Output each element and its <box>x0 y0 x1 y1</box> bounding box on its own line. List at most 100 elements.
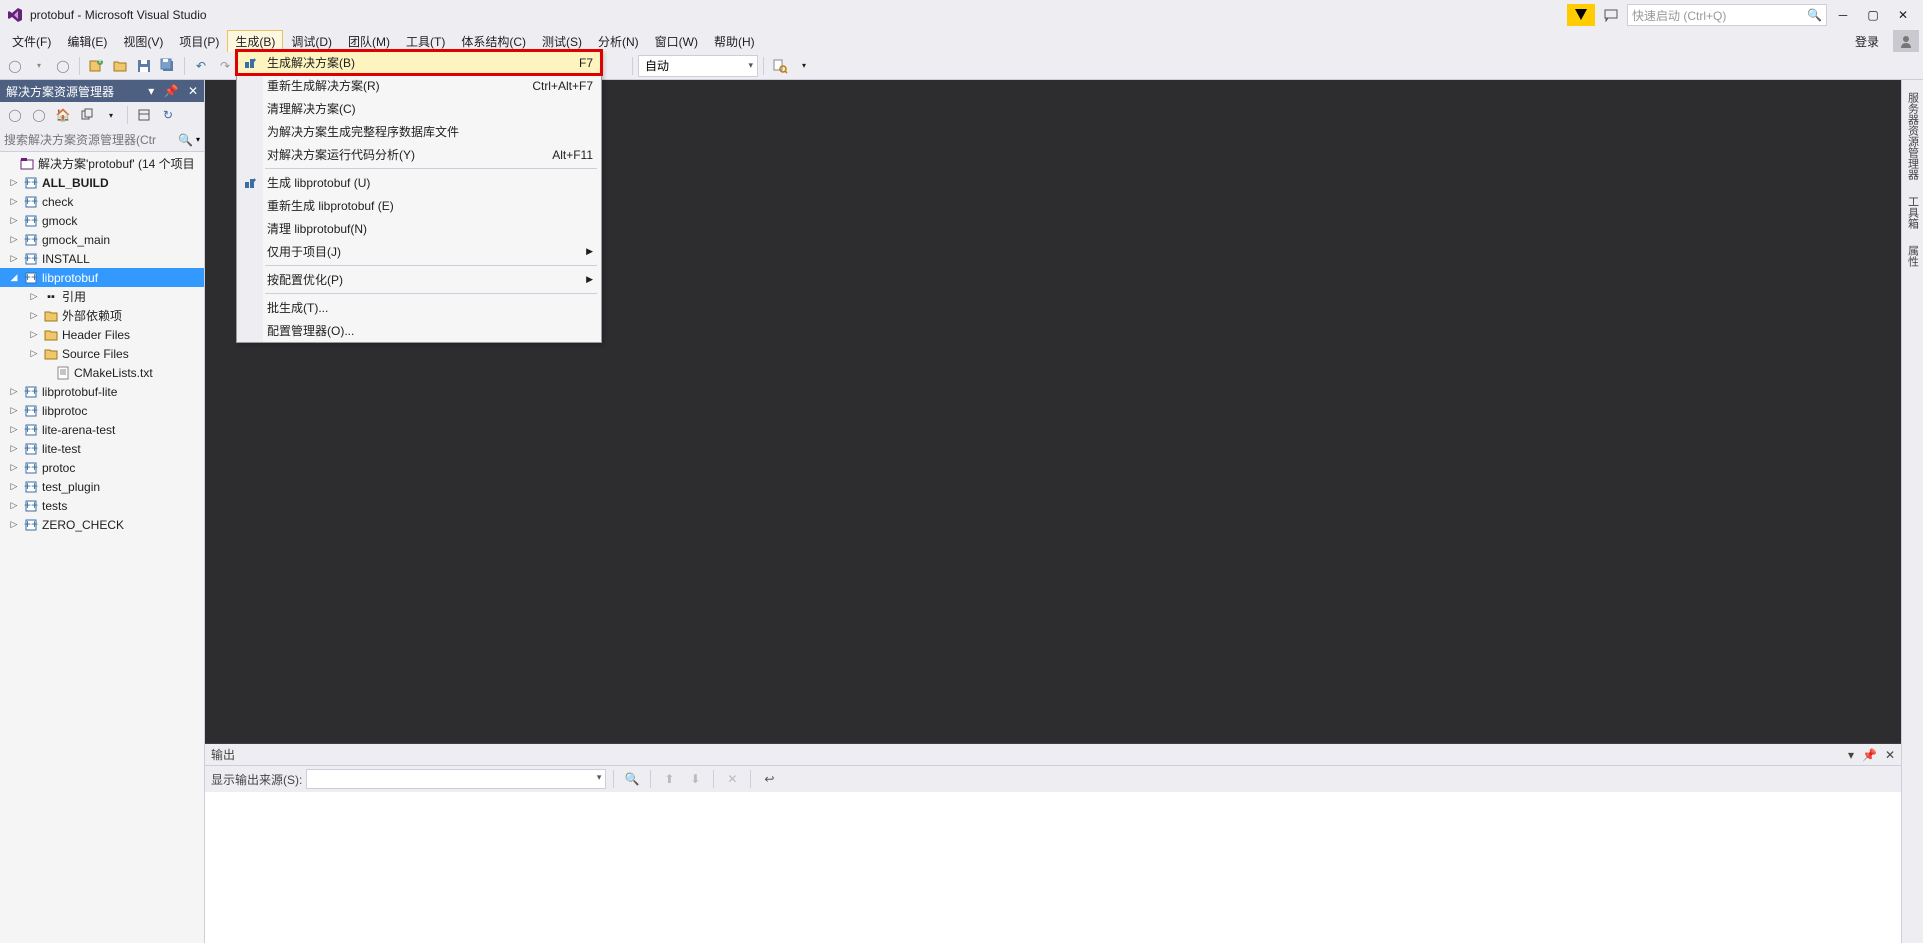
find-in-files-icon[interactable] <box>769 55 791 77</box>
menu-rebuild-project[interactable]: 重新生成 libprotobuf (E) <box>237 194 601 217</box>
tree-label: tests <box>42 499 67 513</box>
tree-project[interactable]: ▷++lite-test <box>0 439 204 458</box>
svg-text:++: ++ <box>24 442 38 455</box>
panel-close-icon[interactable]: ✕ <box>188 84 198 98</box>
tree-solution-node[interactable]: 解决方案'protobuf' (14 个项目 <box>0 154 204 173</box>
tree-project[interactable]: ▷++libprotoc <box>0 401 204 420</box>
tree-project[interactable]: ▷++ALL_BUILD <box>0 173 204 192</box>
output-prev-icon[interactable]: ⬆ <box>658 768 680 790</box>
tree-file[interactable]: CMakeLists.txt <box>0 363 204 382</box>
menu-rebuild-solution[interactable]: 重新生成解决方案(R) Ctrl+Alt+F7 <box>237 74 601 97</box>
sign-in-link[interactable]: 登录 <box>1845 30 1889 53</box>
folder-icon <box>43 327 59 343</box>
pin-icon[interactable]: 📌 <box>164 84 179 98</box>
menu-item-label: 按配置优化(P) <box>267 271 343 288</box>
output-source-dropdown[interactable] <box>306 769 606 789</box>
toolbar-separator <box>763 57 764 75</box>
properties-icon[interactable] <box>133 104 155 126</box>
menu-help[interactable]: 帮助(H) <box>706 30 763 53</box>
tree-project[interactable]: ▷++protoc <box>0 458 204 477</box>
close-button[interactable]: ✕ <box>1889 4 1917 26</box>
menu-window[interactable]: 窗口(W) <box>647 30 706 53</box>
tree-project[interactable]: ▷++gmock_main <box>0 230 204 249</box>
menu-separator <box>265 293 597 294</box>
feedback-icon[interactable] <box>1597 4 1625 26</box>
tree-project[interactable]: ▷++gmock <box>0 211 204 230</box>
solution-config-dropdown[interactable]: 自动 <box>638 55 758 77</box>
solution-explorer-panel: 解决方案资源管理器 ▾ 📌 ✕ ◯ ◯ 🏠 ▾ ↻ 🔍 ▾ <box>0 80 205 943</box>
menu-edit[interactable]: 编辑(E) <box>59 30 115 53</box>
panel-dropdown-icon[interactable]: ▾ <box>148 84 154 98</box>
panel-dropdown-icon[interactable]: ▾ <box>1848 748 1854 762</box>
panel-close-icon[interactable]: ✕ <box>1885 748 1895 762</box>
tree-project[interactable]: ▷++lite-arena-test <box>0 420 204 439</box>
menu-build-solution[interactable]: 生成解决方案(B) F7 <box>237 51 601 74</box>
menu-clean-solution[interactable]: 清理解决方案(C) <box>237 97 601 120</box>
menu-file[interactable]: 文件(F) <box>4 30 59 53</box>
tab-properties[interactable]: 属性 <box>1903 237 1923 275</box>
tree-external-deps[interactable]: ▷外部依赖项 <box>0 306 204 325</box>
search-icon: 🔍 <box>1807 8 1822 22</box>
output-wrap-icon[interactable]: ↩ <box>758 768 780 790</box>
solution-search[interactable]: 🔍 ▾ <box>0 128 204 152</box>
tree-project[interactable]: ▷++libprotobuf-lite <box>0 382 204 401</box>
svg-text:+: + <box>96 58 103 67</box>
tab-server-explorer[interactable]: 服务器资源管理器 <box>1903 84 1923 188</box>
nav-back-icon[interactable]: ◯ <box>4 104 26 126</box>
tree-project[interactable]: ▷++test_plugin <box>0 477 204 496</box>
tree-label: Header Files <box>62 328 130 342</box>
sync-icon[interactable] <box>76 104 98 126</box>
output-body[interactable] <box>205 792 1901 943</box>
menu-bar: 文件(F) 编辑(E) 视图(V) 项目(P) 生成(B) 调试(D) 团队(M… <box>0 30 1923 52</box>
output-clear-icon[interactable]: ✕ <box>721 768 743 790</box>
tree-folder[interactable]: ▷Header Files <box>0 325 204 344</box>
tree-label: CMakeLists.txt <box>74 366 153 380</box>
menu-batch-build[interactable]: 批生成(T)... <box>237 296 601 319</box>
tree-project[interactable]: ▷++tests <box>0 496 204 515</box>
redo-icon[interactable]: ↷ <box>214 55 236 77</box>
output-title: 输出 <box>211 746 235 763</box>
undo-icon[interactable]: ↶ <box>190 55 212 77</box>
project-icon: ++ <box>23 251 39 267</box>
new-project-icon[interactable]: + <box>85 55 107 77</box>
menu-generate-full-db[interactable]: 为解决方案生成完整程序数据库文件 <box>237 120 601 143</box>
minimize-button[interactable]: ─ <box>1829 4 1857 26</box>
home-icon[interactable]: 🏠 <box>52 104 74 126</box>
menu-config-manager[interactable]: 配置管理器(O)... <box>237 319 601 342</box>
open-file-icon[interactable] <box>109 55 131 77</box>
pin-icon[interactable]: 📌 <box>1862 748 1877 762</box>
menu-view[interactable]: 视图(V) <box>115 30 171 53</box>
save-all-icon[interactable] <box>157 55 179 77</box>
toolbar-overflow-icon[interactable]: ▾ <box>793 55 815 77</box>
tree-folder[interactable]: ▷Source Files <box>0 344 204 363</box>
search-drop-icon[interactable]: ▾ <box>196 135 200 144</box>
tree-references[interactable]: ▷▪▪引用 <box>0 287 204 306</box>
solution-search-input[interactable] <box>4 133 178 147</box>
user-icon[interactable] <box>1893 30 1919 52</box>
menu-build-project[interactable]: 生成 libprotobuf (U) <box>237 171 601 194</box>
tree-project[interactable]: ▷++check <box>0 192 204 211</box>
menu-project[interactable]: 项目(P) <box>171 30 227 53</box>
quick-launch-input[interactable]: 快速启动 (Ctrl+Q) 🔍 <box>1627 4 1827 26</box>
nav-fwd-icon[interactable]: ◯ <box>52 55 74 77</box>
tree-project[interactable]: ▷++INSTALL <box>0 249 204 268</box>
toolbar-separator <box>650 770 651 788</box>
nav-fwd-icon[interactable]: ◯ <box>28 104 50 126</box>
output-find-icon[interactable]: 🔍 <box>621 768 643 790</box>
output-next-icon[interactable]: ⬇ <box>684 768 706 790</box>
tree-project[interactable]: ▷++ZERO_CHECK <box>0 515 204 534</box>
menu-optimize-by-config[interactable]: 按配置优化(P) ▶ <box>237 268 601 291</box>
menu-clean-project[interactable]: 清理 libprotobuf(N) <box>237 217 601 240</box>
refresh-icon[interactable]: ↻ <box>157 104 179 126</box>
maximize-button[interactable]: ▢ <box>1859 4 1887 26</box>
save-icon[interactable] <box>133 55 155 77</box>
svg-text:++: ++ <box>24 385 38 398</box>
nav-back-icon[interactable]: ◯ <box>4 55 26 77</box>
nav-back-drop-icon[interactable]: ▾ <box>28 55 50 77</box>
menu-project-only[interactable]: 仅用于项目(J) ▶ <box>237 240 601 263</box>
menu-code-analysis[interactable]: 对解决方案运行代码分析(Y) Alt+F11 <box>237 143 601 166</box>
notification-badge[interactable] <box>1567 4 1595 26</box>
refresh-drop-icon[interactable]: ▾ <box>100 104 122 126</box>
tab-toolbox[interactable]: 工具箱 <box>1903 188 1923 237</box>
tree-project-selected[interactable]: ◢++libprotobuf <box>0 268 204 287</box>
